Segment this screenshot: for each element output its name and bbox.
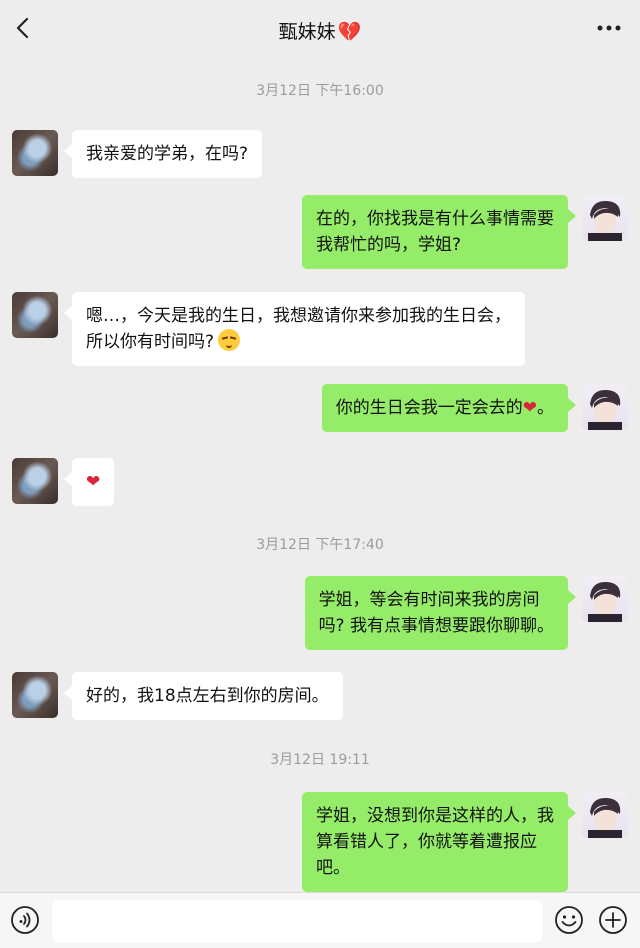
boy-portrait-icon [588,200,622,241]
contact-avatar[interactable] [12,292,58,338]
plus-icon[interactable] [598,905,628,935]
message-text-line: 嗯…，今天是我的生日，我想邀请你来参加我的生日会， [86,306,511,326]
heart-emoji: ❤ [522,398,537,418]
contact-avatar[interactable] [12,458,58,504]
timestamp: 3月12日 下午16:00 [256,83,384,99]
message-bubble-sent[interactable]: 学姐，没想到你是这样的人，我 算看错人了，你就等着遭报应 吧。 [302,792,576,892]
message-text-line: 所以你有时间吗? [86,332,215,352]
chat-header: 甄妹妹 💔 [0,0,640,60]
message-bubble-received[interactable]: ❤ [63,458,115,506]
my-avatar[interactable] [582,384,628,430]
my-avatar[interactable] [582,792,628,838]
message-text-line: 算看错人了，你就等着遭报应 [316,832,537,852]
message-text-line: 在的，你找我是有什么事情需要 [316,209,554,229]
voice-icon[interactable] [10,905,40,935]
boy-portrait-icon [588,581,622,622]
timestamp: 3月12日 下午17:40 [256,537,384,553]
message-bubble-received[interactable]: 嗯…，今天是我的生日，我想邀请你来参加我的生日会， 所以你有时间吗? [64,292,525,366]
broken-heart-emoji: 💔 [337,21,362,43]
emoji-icon[interactable] [554,905,584,935]
message-text-line: 学姐，等会有时间来我的房间 [318,590,540,610]
boy-portrait-icon [588,389,622,430]
message-list[interactable]: 3月12日 下午16:00 我亲爱的学弟，在吗? 在的，你找我是有什么事情需要 … [0,60,640,892]
timestamp: 3月12日 19:11 [270,752,370,768]
contact-name: 甄妹妹 [278,21,336,43]
message-text-line: 吧。 [316,858,350,878]
contact-avatar[interactable] [12,130,58,176]
heart-emoji: ❤ [86,472,101,492]
input-bar [0,892,640,948]
message-text-line: 吗? 我有点事情想要跟你聊聊。 [318,616,554,636]
message-text-line: 我帮忙的吗，学姐? [316,235,462,255]
message-bubble-sent[interactable]: 在的，你找我是有什么事情需要 我帮忙的吗，学姐? [302,195,576,269]
message-text: 。 [537,398,554,418]
message-bubble-received[interactable]: 好的，我18点左右到你的房间。 [64,672,343,720]
message-bubble-sent[interactable]: 你的生日会我一定会去的❤。 [321,384,577,432]
boy-portrait-icon [588,797,622,838]
message-text-line: 学姐，没想到你是这样的人，我 [316,806,554,826]
message-text: 你的生日会我一定会去的 [335,398,523,418]
shy-face-emoji [218,329,241,351]
message-input[interactable] [52,900,542,942]
message-text: 好的，我18点左右到你的房间。 [86,686,329,706]
more-icon[interactable] [596,18,622,38]
contact-avatar[interactable] [12,672,58,718]
message-bubble-received[interactable]: 我亲爱的学弟，在吗? [63,130,263,178]
my-avatar[interactable] [582,576,628,622]
my-avatar[interactable] [582,195,628,241]
chat-title: 甄妹妹 💔 [0,17,640,44]
message-bubble-sent[interactable]: 学姐，等会有时间来我的房间 吗? 我有点事情想要跟你聊聊。 [304,576,577,650]
message-text: 我亲爱的学弟，在吗? [86,144,249,164]
